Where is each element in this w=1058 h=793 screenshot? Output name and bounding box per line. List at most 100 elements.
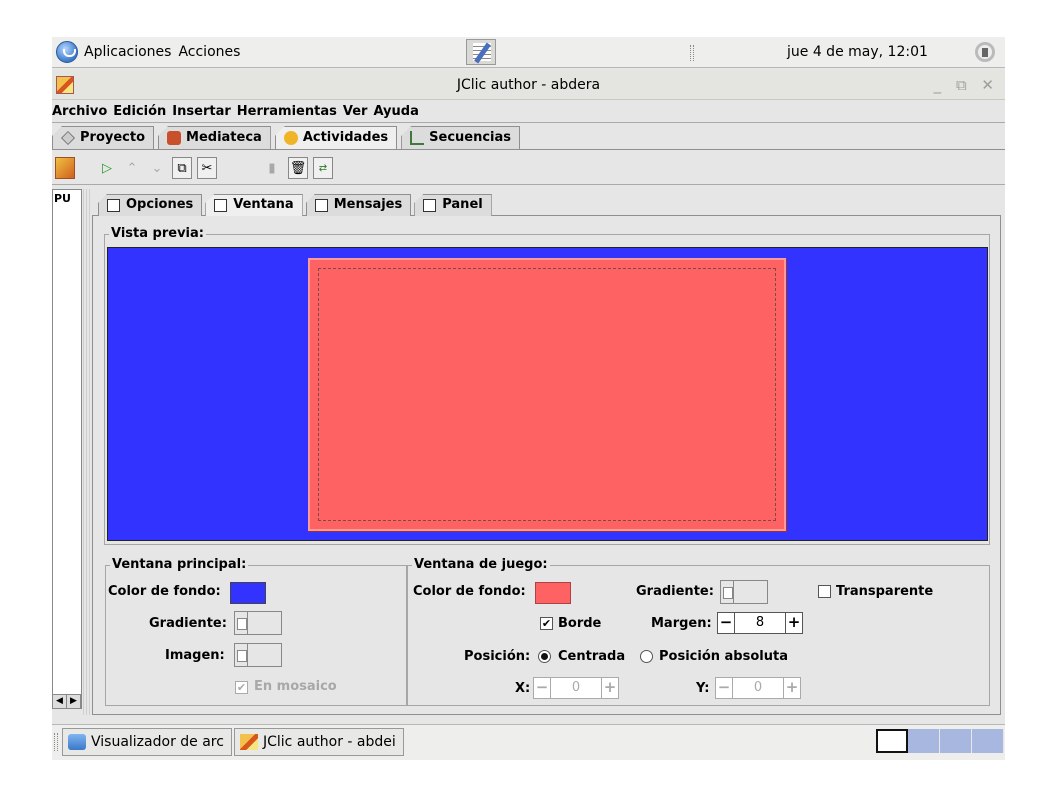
preview-game-margin xyxy=(318,268,776,521)
move-up-icon[interactable]: ⌃ xyxy=(122,157,142,179)
taskbar-item-label: Visualizador de arc xyxy=(91,734,224,750)
horizontal-scrollbar[interactable]: ◀ ▶ xyxy=(53,694,81,708)
margin-value[interactable]: 8 xyxy=(735,612,785,634)
bottom-taskbar: Visualizador de arc JClic author - abdei xyxy=(52,724,1005,760)
tab-mediateca[interactable]: Mediateca xyxy=(158,126,271,150)
activity-tabs: Opciones Ventana Mensajes Panel xyxy=(98,194,495,216)
menu-ayuda[interactable]: Ayuda xyxy=(371,101,422,122)
preview-title: Vista previa: xyxy=(109,226,206,241)
scroll-left-icon[interactable]: ◀ xyxy=(53,695,67,708)
messages-icon xyxy=(314,199,328,212)
activities-icon xyxy=(283,131,298,145)
applications-menu[interactable]: Aplicaciones xyxy=(84,44,171,60)
options-icon xyxy=(107,199,120,212)
cut-icon[interactable]: ✂ xyxy=(197,157,217,179)
workspace-4[interactable] xyxy=(972,729,1004,753)
window-controls[interactable]: _ ⧉ ✕ xyxy=(934,76,999,94)
y-stepper[interactable]: − 0 + xyxy=(715,677,801,699)
tab-ventana[interactable]: Ventana xyxy=(205,194,303,216)
workspace-switcher[interactable] xyxy=(876,729,1004,753)
main-gradient-label: Gradiente: xyxy=(149,616,227,631)
clock[interactable]: jue 4 de may, 12:01 xyxy=(787,44,928,60)
position-absolute-radio[interactable] xyxy=(640,650,653,663)
tab-secuencias[interactable]: Secuencias xyxy=(401,126,521,150)
margin-increment-button[interactable]: + xyxy=(785,612,803,634)
mosaic-label: En mosaico xyxy=(254,679,337,694)
taskbar-item-visualizador[interactable]: Visualizador de arc xyxy=(62,728,232,756)
menu-edicion[interactable]: Edición xyxy=(111,101,170,122)
tab-opciones[interactable]: Opciones xyxy=(98,194,203,216)
split-pane-divider[interactable] xyxy=(83,189,91,715)
x-stepper[interactable]: − 0 + xyxy=(533,677,619,699)
x-decrement-button[interactable]: − xyxy=(533,677,551,699)
x-value[interactable]: 0 xyxy=(551,677,601,699)
panel-icon xyxy=(423,199,437,212)
game-window-group: Ventana de juego: Color de fondo: Gradie… xyxy=(407,557,990,706)
menubar: Archivo Edición Insertar Herramientas Ve… xyxy=(52,101,1005,123)
main-window-title: Ventana principal: xyxy=(110,557,249,572)
actions-menu[interactable]: Acciones xyxy=(178,44,240,60)
transparent-label: Transparente xyxy=(836,584,934,599)
menu-ver[interactable]: Ver xyxy=(341,101,372,122)
margin-label: Margen: xyxy=(651,616,712,631)
tab-proyecto-label: Proyecto xyxy=(80,130,146,145)
sequences-icon xyxy=(410,131,425,145)
desktop-screen: Aplicaciones Acciones jue 4 de may, 12:0… xyxy=(52,37,1005,760)
preview-canvas xyxy=(107,247,988,541)
note-editor-icon[interactable] xyxy=(466,39,496,65)
panel-grip[interactable] xyxy=(690,45,694,61)
delete-icon[interactable]: 🗑 xyxy=(288,157,308,179)
position-centered-label: Centrada xyxy=(558,649,626,664)
game-gradient-button[interactable] xyxy=(720,580,768,604)
tab-ventana-label: Ventana xyxy=(233,197,294,212)
game-bg-color-swatch[interactable] xyxy=(535,582,571,604)
tab-panel[interactable]: Panel xyxy=(414,194,492,216)
workspace-3[interactable] xyxy=(940,729,972,753)
gnome-foot-icon[interactable] xyxy=(56,41,78,63)
margin-stepper[interactable]: − 8 + xyxy=(717,612,803,634)
menu-insertar[interactable]: Insertar xyxy=(170,101,234,122)
tab-mensajes[interactable]: Mensajes xyxy=(305,194,412,216)
paste-icon[interactable]: ▮ xyxy=(262,157,282,179)
volume-icon[interactable] xyxy=(975,42,995,62)
main-bg-color-label: Color de fondo: xyxy=(108,584,221,599)
window-titlebar[interactable]: JClic author - abdera _ ⧉ ✕ xyxy=(52,70,1005,100)
x-increment-button[interactable]: + xyxy=(601,677,619,699)
menu-archivo[interactable]: Archivo xyxy=(52,101,111,122)
new-activity-icon[interactable] xyxy=(55,157,75,179)
border-checkbox[interactable]: ✔ xyxy=(540,617,553,630)
workspace-2[interactable] xyxy=(908,729,940,753)
project-icon xyxy=(61,131,75,145)
main-image-button[interactable] xyxy=(234,643,282,667)
taskbar-grip[interactable] xyxy=(54,733,58,751)
workspace-1[interactable] xyxy=(876,729,908,753)
y-increment-button[interactable]: + xyxy=(783,677,801,699)
y-value[interactable]: 0 xyxy=(733,677,783,699)
transparent-checkbox[interactable] xyxy=(818,585,831,598)
margin-decrement-button[interactable]: − xyxy=(717,612,735,634)
tab-proyecto[interactable]: Proyecto xyxy=(52,126,155,150)
copy-icon[interactable]: ⧉ xyxy=(172,157,192,179)
main-gradient-button[interactable] xyxy=(234,611,282,635)
game-window-title: Ventana de juego: xyxy=(412,557,550,572)
move-down-icon[interactable]: ⌄ xyxy=(147,157,167,179)
y-decrement-button[interactable]: − xyxy=(715,677,733,699)
position-absolute-label: Posición absoluta xyxy=(659,649,788,664)
activity-list[interactable]: PU ◀ ▶ xyxy=(52,189,82,709)
preview-game-window xyxy=(308,258,786,531)
menu-herramientas[interactable]: Herramientas xyxy=(235,101,341,122)
resize-icon[interactable]: ⇄ xyxy=(313,157,333,179)
tab-mensajes-label: Mensajes xyxy=(333,197,403,212)
tab-opciones-label: Opciones xyxy=(126,197,194,212)
position-centered-radio[interactable] xyxy=(538,650,551,663)
main-tabs: Proyecto Mediateca Actividades Secuencia… xyxy=(52,126,524,150)
main-bg-color-swatch[interactable] xyxy=(230,582,266,604)
scroll-right-icon[interactable]: ▶ xyxy=(67,695,81,708)
taskbar-item-jclic[interactable]: JClic author - abdei xyxy=(234,728,404,756)
play-icon[interactable]: ▷ xyxy=(97,157,117,179)
window-icon xyxy=(214,199,228,212)
activity-list-item[interactable]: PU xyxy=(53,190,81,205)
tab-actividades[interactable]: Actividades xyxy=(274,126,398,150)
tab-panel-label: Panel xyxy=(442,197,483,212)
mosaic-checkbox[interactable]: ✔ xyxy=(235,681,248,694)
